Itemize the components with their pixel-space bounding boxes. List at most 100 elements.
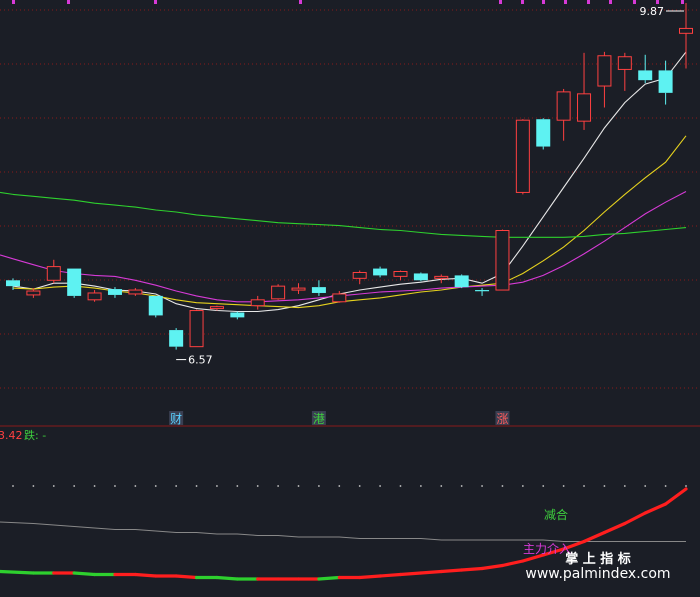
candle bbox=[638, 54, 653, 84]
top-tick bbox=[609, 0, 612, 4]
candle-body-up bbox=[515, 119, 530, 193]
indicator-main-segment bbox=[582, 530, 607, 544]
candle bbox=[515, 119, 530, 195]
low-price-label: 6.57 bbox=[188, 354, 213, 367]
candle bbox=[148, 295, 163, 318]
indicator-dot bbox=[93, 485, 96, 487]
candle-body-down bbox=[638, 70, 653, 81]
indicator-dot bbox=[460, 485, 463, 487]
indicator-main-segment bbox=[398, 571, 423, 577]
indicator-dot bbox=[134, 485, 137, 487]
high-price-label: 9.87 bbox=[640, 5, 665, 18]
candle-body-up bbox=[393, 271, 408, 277]
top-tick bbox=[681, 0, 684, 4]
indicator-label-jianhe: 减合 bbox=[544, 507, 568, 522]
candle-body-up bbox=[189, 310, 204, 348]
candle-body-down bbox=[148, 295, 163, 316]
indicator-dot bbox=[501, 485, 504, 487]
top-tick bbox=[499, 0, 502, 4]
candle-body-down bbox=[373, 268, 388, 276]
indicator-main-segment bbox=[664, 487, 688, 506]
indicator-dot bbox=[358, 485, 361, 487]
candle bbox=[250, 295, 265, 310]
candle bbox=[536, 118, 551, 150]
top-tick bbox=[633, 0, 636, 4]
grid-lines bbox=[0, 9, 700, 389]
candle-body-up bbox=[46, 266, 61, 281]
top-tick bbox=[521, 0, 524, 4]
indicator-label-zhulijieru: 主力介入 bbox=[523, 542, 571, 556]
candle bbox=[26, 288, 41, 298]
indicator-main-segment bbox=[643, 502, 668, 515]
indicator-dot bbox=[481, 485, 483, 487]
indicator-dot bbox=[216, 485, 218, 487]
top-tick bbox=[542, 0, 545, 4]
indicator-dot bbox=[154, 485, 157, 487]
candle bbox=[495, 229, 510, 291]
indicator-main-segment bbox=[358, 574, 382, 580]
candle-body-up bbox=[209, 306, 224, 310]
indicator-dot bbox=[338, 485, 341, 487]
candle-body-up bbox=[291, 287, 306, 291]
candle-body-up bbox=[26, 290, 41, 296]
indicator-dot bbox=[419, 485, 422, 487]
top-tick bbox=[564, 0, 567, 4]
candle-body-up bbox=[495, 230, 510, 291]
candle-body-down bbox=[536, 119, 551, 147]
candle bbox=[352, 270, 367, 285]
candle-body-down bbox=[475, 290, 490, 292]
chart-canvas: 9.87 6.57 财 港 涨 3.42 跌: - 减合主力介入 掌 上 指 标 w… bbox=[0, 0, 700, 582]
candle bbox=[87, 290, 102, 302]
indicator-dot bbox=[277, 485, 280, 487]
indicator-main-segment bbox=[378, 572, 403, 578]
indicator-dot bbox=[73, 485, 76, 487]
indicator-dot bbox=[256, 485, 259, 487]
top-tick bbox=[12, 0, 15, 4]
indicator-main-segment bbox=[480, 563, 505, 571]
candle bbox=[189, 309, 204, 348]
indicator-dot bbox=[542, 485, 545, 487]
ma-line-3 bbox=[12, 193, 687, 238]
indicator-dot bbox=[114, 485, 116, 487]
candle bbox=[556, 88, 571, 141]
candle-body-down bbox=[6, 280, 20, 287]
indicator-main-segment bbox=[460, 566, 484, 572]
candle-body-up bbox=[556, 91, 571, 121]
candle bbox=[454, 274, 469, 289]
ma-line-1 bbox=[12, 135, 687, 309]
candle-body-up bbox=[250, 299, 265, 307]
ma-line-0 bbox=[12, 51, 687, 313]
indicator-main-segment bbox=[419, 569, 443, 575]
indicator-dot bbox=[318, 485, 320, 487]
indicator-main-segment bbox=[174, 574, 199, 580]
ma-line-extension bbox=[0, 191, 14, 195]
candle bbox=[67, 268, 82, 298]
indicator-dot bbox=[195, 485, 198, 487]
candle bbox=[393, 270, 408, 281]
candle-body-up bbox=[128, 289, 143, 295]
candle-body-up bbox=[87, 292, 102, 301]
indicator-dot bbox=[664, 485, 667, 487]
indicator-dot bbox=[32, 485, 35, 487]
event-tags: 财港涨 bbox=[169, 411, 510, 426]
ma-line-2 bbox=[12, 191, 687, 303]
candle bbox=[597, 51, 612, 108]
candle-body-down bbox=[311, 287, 326, 293]
indicator-dot bbox=[297, 485, 300, 487]
indicator-dot bbox=[583, 485, 585, 487]
indicator-main-segment bbox=[623, 511, 647, 526]
indicator-header-series: 跌: - bbox=[24, 428, 46, 442]
ma-line-extension bbox=[0, 254, 14, 260]
indicator-main-segment bbox=[72, 571, 97, 577]
candle-body-up bbox=[271, 285, 286, 300]
indicator-dot bbox=[52, 485, 55, 487]
indicator-dot bbox=[12, 485, 14, 487]
candle bbox=[271, 284, 286, 300]
event-tag-label: 财 bbox=[170, 412, 182, 426]
top-tick bbox=[299, 0, 302, 4]
indicator-main-segment bbox=[602, 521, 627, 535]
candle bbox=[413, 272, 428, 282]
indicator-main-segment bbox=[133, 572, 158, 578]
indicator-dot bbox=[236, 485, 239, 487]
indicator-main-segment bbox=[500, 559, 525, 568]
